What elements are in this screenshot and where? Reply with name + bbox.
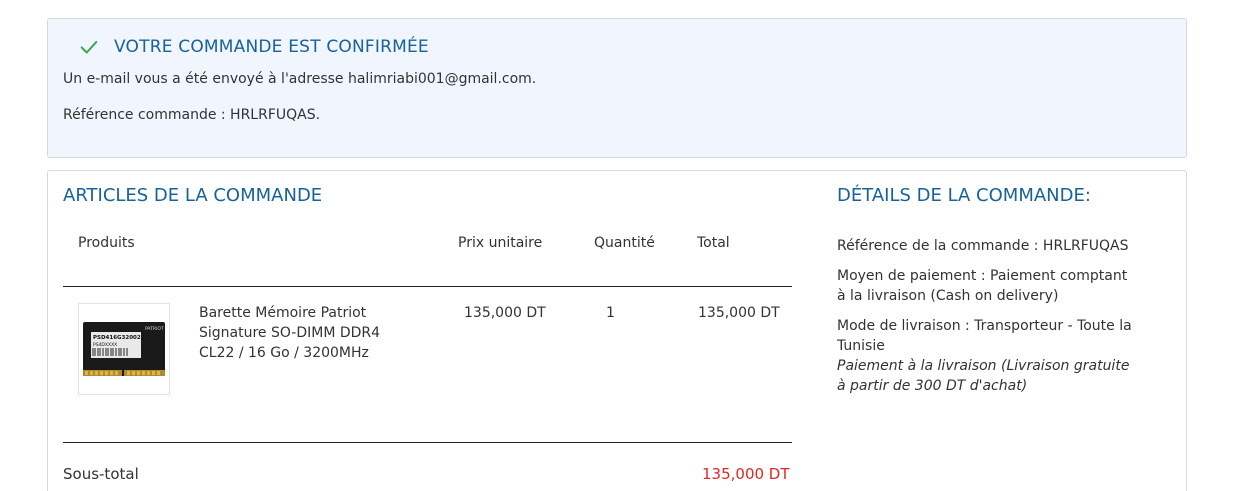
detail-payment-method: Moyen de paiement : Paiement comptant à … (837, 266, 1177, 306)
order-summary-card: ARTICLES DE LA COMMANDE Produits Prix un… (47, 170, 1187, 491)
column-header-total: Total (697, 235, 730, 251)
svg-text:PS4DXXXX: PS4DXXXX (93, 342, 117, 348)
table-header-divider (63, 286, 792, 287)
detail-delivery-method: Mode de livraison : Transporteur - Toute… (837, 316, 1177, 396)
column-header-quantity: Quantité (594, 235, 655, 251)
product-name-line: Signature SO-DIMM DDR4 (199, 325, 381, 341)
confirmation-title: VOTRE COMMANDE EST CONFIRMÉE (114, 37, 429, 57)
check-icon (80, 40, 98, 54)
detail-delivery-note: à partir de 300 DT d'achat) (837, 378, 1028, 394)
order-confirmation-card: VOTRE COMMANDE EST CONFIRMÉE Un e-mail v… (47, 18, 1187, 158)
product-thumbnail[interactable]: PSD416G32002S PS4DXXXX PATRIOT (78, 303, 170, 395)
detail-payment-line: à la livraison (Cash on delivery) (837, 288, 1059, 304)
confirmation-email-text: Un e-mail vous a été envoyé à l'adresse … (63, 71, 537, 87)
product-quantity: 1 (606, 305, 615, 321)
table-footer-divider (63, 442, 792, 443)
detail-order-reference: Référence de la commande : HRLRFUQAS (837, 238, 1129, 254)
column-header-unit-price: Prix unitaire (458, 235, 543, 251)
ram-module-image: PSD416G32002S PS4DXXXX PATRIOT (83, 322, 165, 376)
svg-text:PSD416G32002S: PSD416G32002S (93, 335, 145, 341)
product-unit-price: 135,000 DT (464, 305, 546, 321)
detail-payment-line: Moyen de paiement : Paiement comptant (837, 268, 1128, 284)
svg-text:PATRIOT: PATRIOT (145, 326, 164, 332)
product-name-line: CL22 / 16 Go / 3200MHz (199, 345, 369, 361)
product-name-line: Barette Mémoire Patriot (199, 305, 367, 321)
subtotal-value: 135,000 DT (702, 465, 790, 483)
detail-delivery-note: Paiement à la livraison (Livraison gratu… (837, 358, 1130, 374)
product-name-link[interactable]: Barette Mémoire Patriot Signature SO-DIM… (199, 303, 429, 363)
detail-delivery-line: Mode de livraison : Transporteur - Toute… (837, 318, 1132, 334)
subtotal-label: Sous-total (63, 465, 139, 483)
column-header-products: Produits (78, 235, 135, 251)
order-items-title: ARTICLES DE LA COMMANDE (63, 185, 323, 206)
confirmation-title-row: VOTRE COMMANDE EST CONFIRMÉE (78, 35, 429, 59)
detail-delivery-line: Tunisie (837, 338, 885, 354)
confirmation-reference-text: Référence commande : HRLRFUQAS. (63, 107, 321, 123)
product-total: 135,000 DT (698, 305, 780, 321)
order-details-title: DÉTAILS DE LA COMMANDE: (837, 185, 1091, 206)
